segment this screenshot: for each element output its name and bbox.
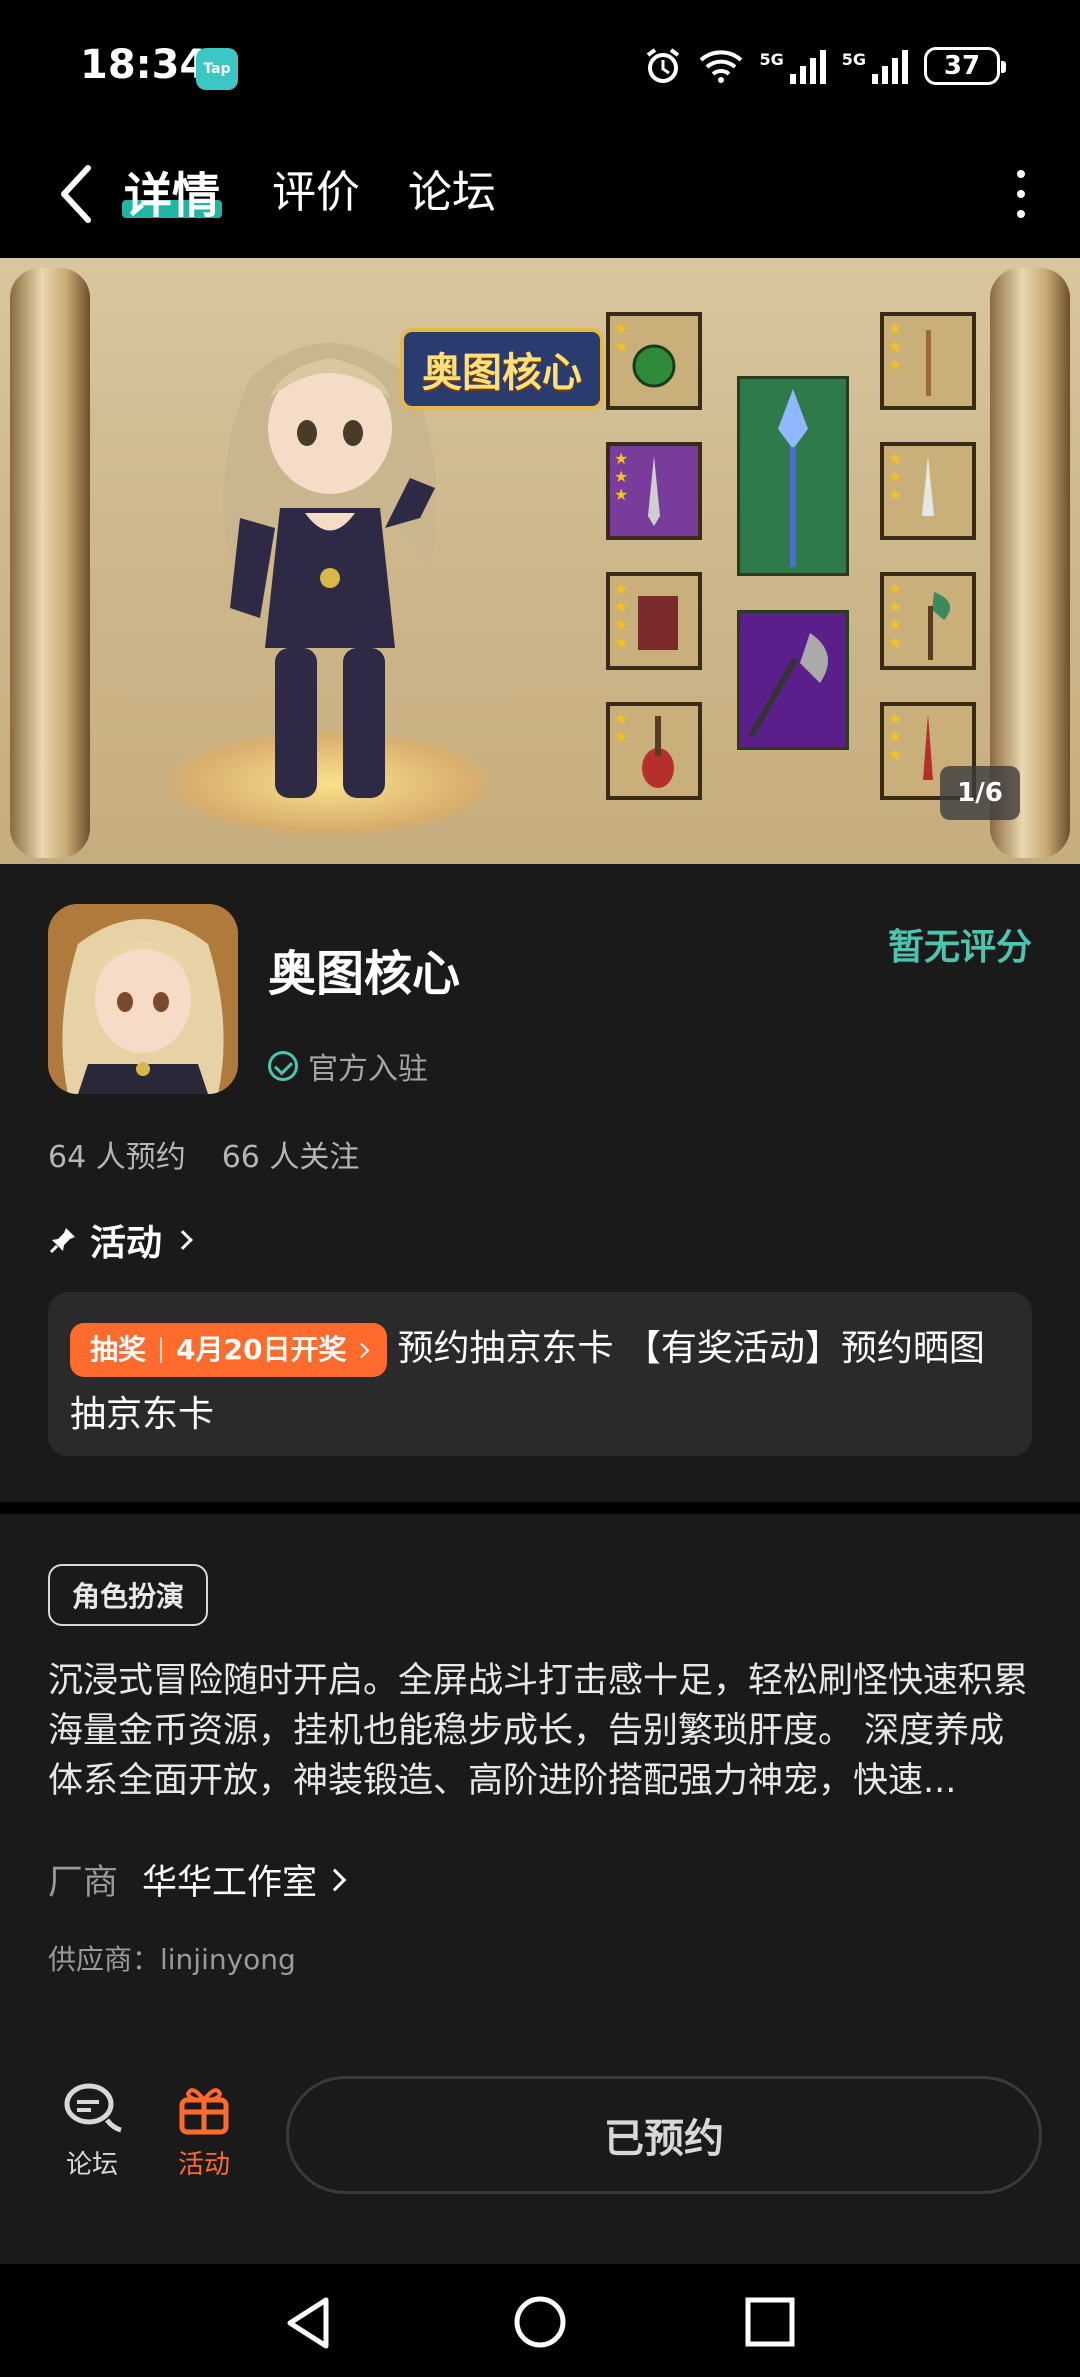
activity-button-label: 活动 — [177, 2150, 230, 2180]
banner-game-logo: 奥图核心 — [400, 328, 604, 410]
item-card: ★ ★ — [606, 702, 702, 800]
genre-tag[interactable]: 角色扮演 — [48, 1564, 209, 1626]
chevron-right-icon — [323, 1868, 347, 1891]
vendor-row[interactable]: 厂商 华华工作室 — [48, 1854, 347, 1905]
official-label: 官方入驻 — [308, 1052, 428, 1087]
supplier-info: 供应商：linjinyong — [48, 1943, 296, 1976]
pin-icon — [49, 1228, 75, 1254]
tab-forum[interactable]: 论坛 — [408, 156, 496, 220]
activity-button[interactable]: 活动 — [154, 2080, 254, 2181]
battery-icon: 37 — [924, 47, 1006, 85]
section-divider — [0, 1502, 1080, 1514]
check-circle-icon — [268, 1051, 298, 1081]
carousel-page-indicator: 1/6 — [940, 766, 1020, 820]
rating-status: 暂无评分 — [887, 927, 1032, 968]
item-card: ★ ★ ★ — [606, 442, 702, 540]
bottom-action-bar: 论坛 活动 已预约 — [0, 2040, 1080, 2264]
nav-home-icon[interactable] — [512, 2294, 568, 2350]
reserved-button[interactable]: 已预约 — [286, 2076, 1042, 2194]
system-nav-bar — [0, 2264, 1080, 2377]
official-badge: 官方入驻 — [268, 1044, 428, 1088]
status-time: 18:34 — [80, 42, 208, 88]
signal-icon — [872, 50, 908, 84]
item-card: ★ ★ — [606, 312, 702, 410]
scroll-decoration — [10, 268, 90, 858]
item-card: ★ ★ ★ ★ — [880, 572, 976, 670]
follower-count: 66 人关注 — [221, 1140, 360, 1175]
nav-back-icon[interactable] — [282, 2294, 334, 2352]
activity-text-line2: 抽京东卡 — [70, 1394, 215, 1435]
lottery-tag-date: 4月20日开奖 — [176, 1333, 347, 1366]
item-card: ★ ★ ★ — [880, 442, 976, 540]
wifi-icon — [700, 50, 743, 83]
chevron-right-icon — [173, 1230, 193, 1250]
more-icon[interactable] — [1006, 164, 1036, 224]
nav-recents-icon[interactable] — [744, 2296, 796, 2348]
vendor-label: 厂商 — [48, 1863, 119, 1903]
lottery-tag: 抽奖 4月20日开奖 — [70, 1323, 388, 1377]
activity-card[interactable]: 抽奖 4月20日开奖 预约抽京东卡 【有奖活动】预约晒图 抽京东卡 — [48, 1292, 1032, 1456]
top-nav: 详情 评价 论坛 — [0, 130, 1080, 258]
signal-icon — [789, 50, 826, 84]
back-icon[interactable] — [50, 160, 102, 228]
weapon-card — [737, 610, 849, 750]
taptap-icon: Tap — [196, 48, 238, 90]
app-title: 奥图核心 — [268, 946, 461, 1002]
activity-header-label: 活动 — [90, 1223, 163, 1264]
status-icons: 5G 5G 37 — [643, 46, 1006, 86]
network-type-1: 5G — [759, 49, 784, 69]
reservation-count: 64 人预约 — [48, 1140, 186, 1175]
game-description[interactable]: 沉浸式冒险随时开启。全屏战斗打击感十足，轻松刷怪快速积累海量金币资源，挂机也能稳… — [48, 1656, 1038, 1806]
item-card: ★ ★ ★ ★ — [606, 572, 702, 670]
weapon-card — [737, 376, 849, 576]
forum-button[interactable]: 论坛 — [42, 2080, 142, 2181]
activity-text-line1: 预约抽京东卡 【有奖活动】预约晒图 — [397, 1328, 985, 1369]
screenshot-carousel[interactable]: 奥图核心 ★ ★ ★ ★ ★ ★ ★ ★ ★ ★ ★ ★ ★ ★ ★ ★ ★ ★ ★ ★ ★ ★ ★ ★ 1/6 — [0, 258, 1080, 864]
vendor-name: 华华工作室 — [142, 1863, 318, 1903]
alarm-icon — [647, 48, 680, 83]
tab-reviews[interactable]: 评价 — [272, 156, 360, 220]
app-icon — [48, 904, 238, 1094]
gift-icon — [179, 2088, 229, 2135]
app-stats: 64 人预约 66 人关注 — [48, 1132, 359, 1176]
item-card: ★ ★ ★ — [880, 312, 976, 410]
network-type-2: 5G — [841, 49, 866, 69]
lottery-tag-type: 抽奖 — [90, 1333, 147, 1366]
chat-icon — [64, 2083, 122, 2133]
chevron-right-icon — [354, 1342, 370, 1358]
activity-section-header[interactable]: 活动 — [48, 1214, 193, 1266]
tab-details[interactable]: 详情 — [124, 156, 220, 226]
forum-button-label: 论坛 — [65, 2150, 118, 2180]
status-bar: 18:34 Tap 5G 5G 37 — [0, 0, 1080, 130]
